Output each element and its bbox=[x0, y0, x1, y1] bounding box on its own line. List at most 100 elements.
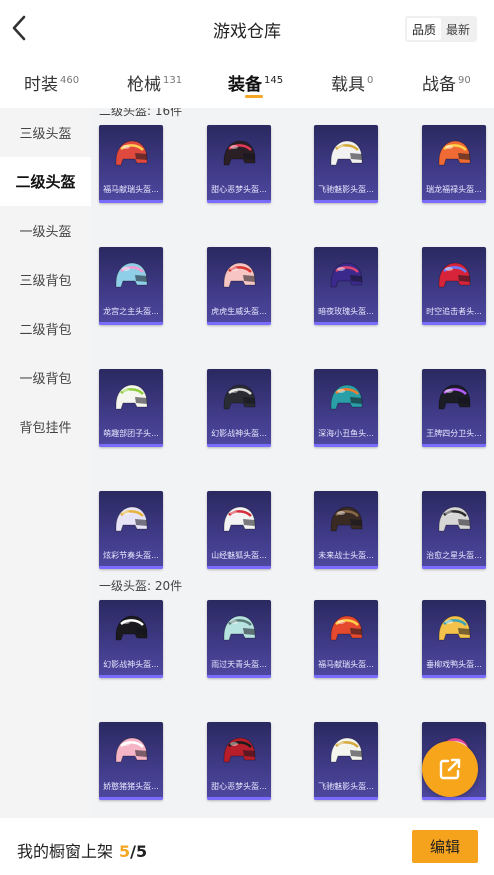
item-name: 虎虎生威头盔... bbox=[211, 307, 267, 316]
helmet-icon bbox=[330, 384, 363, 410]
item-card[interactable]: 甜心恶梦头盔... bbox=[207, 125, 271, 203]
item-card[interactable]: 瑞龙福禄头盔... bbox=[422, 125, 486, 203]
helmet-icon bbox=[115, 384, 148, 410]
bottom-bar: 我的橱窗上架 5/5 编辑 bbox=[0, 818, 494, 875]
item-card[interactable]: 萌趣部团子头... bbox=[99, 369, 163, 447]
tab-label: 时装 bbox=[24, 75, 58, 95]
quality-strip bbox=[99, 675, 163, 678]
helmet-icon bbox=[115, 737, 148, 763]
item-card[interactable]: 福马献瑞头盔... bbox=[99, 125, 163, 203]
item-name: 时空追击者头... bbox=[426, 307, 482, 316]
item-card[interactable]: 福马献瑞头盔... bbox=[314, 600, 378, 678]
quality-strip bbox=[207, 675, 271, 678]
quality-strip bbox=[99, 566, 163, 569]
helmet-icon bbox=[330, 615, 363, 641]
item-name: 王牌四分卫头... bbox=[426, 429, 482, 438]
sidebar-item-level3-helmet[interactable]: 三级头盔 bbox=[0, 108, 91, 157]
showcase-count: 5 bbox=[119, 842, 131, 861]
item-card[interactable]: 幻影战神头盔... bbox=[99, 600, 163, 678]
tab-weapons[interactable]: 枪械 131 bbox=[127, 70, 182, 106]
item-card[interactable]: 深海小丑鱼头... bbox=[314, 369, 378, 447]
tab-count: 145 bbox=[264, 75, 284, 86]
showcase-status: 我的橱窗上架 5/5 bbox=[17, 838, 147, 862]
tab-equipment[interactable]: 装备 145 bbox=[228, 70, 283, 106]
helmet-icon bbox=[223, 506, 256, 532]
quality-strip bbox=[422, 675, 486, 678]
helmet-icon bbox=[438, 262, 471, 288]
item-card[interactable]: 飞驰魅影头盔... bbox=[314, 722, 378, 800]
showcase-total: /5 bbox=[130, 842, 148, 861]
item-card[interactable]: 山经魅狐头盔... bbox=[207, 491, 271, 569]
helmet-icon bbox=[115, 262, 148, 288]
item-card[interactable]: 治愈之星头盔... bbox=[422, 491, 486, 569]
item-card[interactable]: 幻影战神头盔... bbox=[207, 369, 271, 447]
item-name: 雨过天青头盔... bbox=[211, 660, 267, 669]
quality-strip bbox=[422, 322, 486, 325]
helmet-icon bbox=[223, 262, 256, 288]
helmet-icon bbox=[115, 615, 148, 641]
helmet-icon bbox=[115, 506, 148, 532]
item-card[interactable]: 暗夜玫瑰头盔... bbox=[314, 247, 378, 325]
quality-strip bbox=[99, 444, 163, 447]
tab-label: 战备 bbox=[422, 75, 456, 95]
helmet-icon bbox=[438, 384, 471, 410]
helmet-icon bbox=[438, 615, 471, 641]
tab-supplies[interactable]: 战备 90 bbox=[422, 70, 471, 106]
helmet-icon bbox=[223, 615, 256, 641]
quality-strip bbox=[422, 797, 486, 800]
share-external-icon bbox=[439, 758, 461, 780]
sidebar-item-level3-backpack[interactable]: 三级背包 bbox=[0, 255, 91, 304]
helmet-icon bbox=[115, 140, 148, 166]
item-card[interactable]: 龙宫之主头盔... bbox=[99, 247, 163, 325]
active-tab-indicator bbox=[245, 95, 263, 98]
item-name: 垂柳戏鸭头盔... bbox=[426, 660, 482, 669]
tab-fashion[interactable]: 时装 460 bbox=[24, 70, 79, 106]
item-name: 福马献瑞头盔... bbox=[103, 185, 159, 194]
sort-option-newest[interactable]: 最新 bbox=[441, 18, 475, 40]
item-card[interactable]: 未来战士头盔... bbox=[314, 491, 378, 569]
item-card[interactable]: 飞驰魅影头盔... bbox=[314, 125, 378, 203]
share-button[interactable] bbox=[422, 741, 478, 797]
sidebar-item-level1-backpack[interactable]: 一级背包 bbox=[0, 353, 91, 402]
quality-strip bbox=[99, 200, 163, 203]
item-card[interactable]: 时空追击者头... bbox=[422, 247, 486, 325]
item-name: 福马献瑞头盔... bbox=[318, 660, 374, 669]
tab-vehicles[interactable]: 载具 0 bbox=[331, 70, 373, 106]
sort-toggle[interactable]: 品质 最新 bbox=[405, 16, 477, 42]
edit-button[interactable]: 编辑 bbox=[412, 830, 478, 863]
showcase-label: 我的橱窗上架 bbox=[17, 842, 114, 861]
item-card[interactable]: 王牌四分卫头... bbox=[422, 369, 486, 447]
item-name: 萌趣部团子头... bbox=[103, 429, 159, 438]
item-card[interactable]: 娇憨猪猪头盔... bbox=[99, 722, 163, 800]
quality-strip bbox=[207, 797, 271, 800]
helmet-icon bbox=[330, 506, 363, 532]
item-card[interactable]: 炫彩节奏头盔... bbox=[99, 491, 163, 569]
item-name: 治愈之星头盔... bbox=[426, 551, 482, 560]
item-name: 未来战士头盔... bbox=[318, 551, 374, 560]
quality-strip bbox=[207, 444, 271, 447]
helmet-icon bbox=[330, 262, 363, 288]
quality-strip bbox=[207, 322, 271, 325]
category-tabs: 时装 460 枪械 131 装备 145 载具 0 战备 90 bbox=[0, 58, 494, 108]
item-name: 甜心恶梦头盔... bbox=[211, 782, 267, 791]
section-label: 二级头盔: 16件 bbox=[99, 108, 183, 118]
back-button[interactable] bbox=[8, 14, 32, 42]
tab-count: 90 bbox=[458, 75, 471, 86]
item-name: 幻影战神头盔... bbox=[103, 660, 159, 669]
item-card[interactable]: 虎虎生威头盔... bbox=[207, 247, 271, 325]
sidebar-item-level1-helmet[interactable]: 一级头盔 bbox=[0, 206, 91, 255]
item-card[interactable]: 垂柳戏鸭头盔... bbox=[422, 600, 486, 678]
item-grid[interactable]: 二级头盔: 16件 一级头盔: 20件 福马献瑞头盔... 甜心恶梦头盔... 飞驰… bbox=[91, 108, 494, 818]
quality-strip bbox=[314, 444, 378, 447]
helmet-icon bbox=[438, 140, 471, 166]
sidebar-item-level2-backpack[interactable]: 二级背包 bbox=[0, 304, 91, 353]
item-name: 深海小丑鱼头... bbox=[318, 429, 374, 438]
sidebar-item-backpack-pendant[interactable]: 背包挂件 bbox=[0, 402, 91, 451]
item-name: 飞驰魅影头盔... bbox=[318, 185, 374, 194]
sort-option-quality[interactable]: 品质 bbox=[407, 18, 441, 40]
sidebar: 三级头盔 二级头盔 一级头盔 三级背包 二级背包 一级背包 背包挂件 bbox=[0, 108, 91, 818]
helmet-icon bbox=[330, 140, 363, 166]
item-card[interactable]: 雨过天青头盔... bbox=[207, 600, 271, 678]
item-card[interactable]: 甜心恶梦头盔... bbox=[207, 722, 271, 800]
sidebar-item-level2-helmet[interactable]: 二级头盔 bbox=[0, 157, 91, 206]
